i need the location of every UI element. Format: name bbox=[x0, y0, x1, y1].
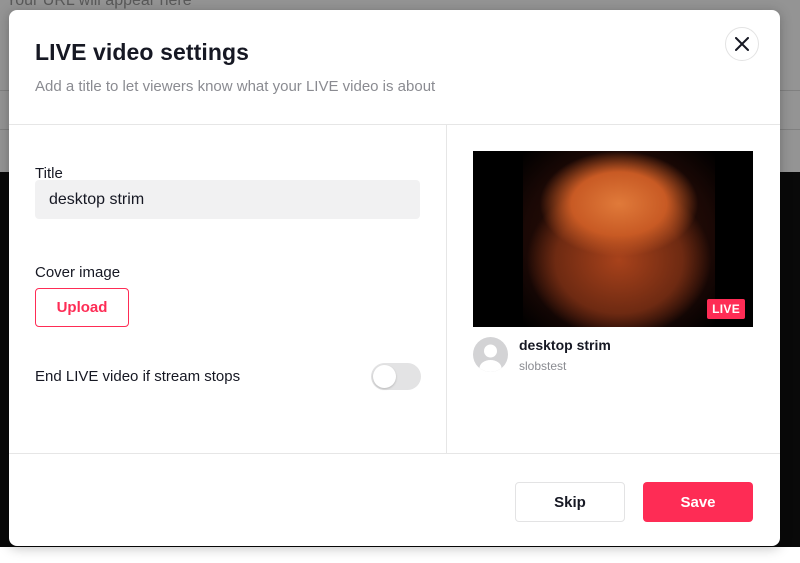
bottom-strip bbox=[0, 547, 800, 563]
cover-face-image bbox=[523, 151, 715, 327]
end-live-label: End LIVE video if stream stops bbox=[35, 368, 241, 385]
skip-button[interactable]: Skip bbox=[515, 482, 625, 522]
save-button[interactable]: Save bbox=[643, 482, 753, 522]
close-button[interactable] bbox=[725, 27, 759, 61]
user-avatar-icon bbox=[479, 344, 502, 372]
cover-preview-image: LIVE bbox=[473, 151, 753, 327]
modal-header: LIVE video settings Add a title to let v… bbox=[9, 10, 780, 125]
settings-form: Title Cover image Upload End LIVE video … bbox=[9, 125, 447, 453]
title-input[interactable] bbox=[35, 180, 420, 219]
live-badge: LIVE bbox=[707, 299, 745, 319]
end-live-toggle[interactable] bbox=[371, 363, 421, 390]
avatar bbox=[473, 337, 508, 372]
cover-image-label: Cover image bbox=[35, 264, 121, 281]
preview-username: slobstest bbox=[519, 359, 567, 373]
toggle-knob bbox=[373, 365, 396, 388]
modal-title: LIVE video settings bbox=[35, 39, 250, 65]
preview-panel: LIVE desktop strim slobstest bbox=[447, 125, 780, 453]
modal-subtitle: Add a title to let viewers know what you… bbox=[35, 78, 436, 95]
preview-stream-title: desktop strim bbox=[519, 337, 611, 353]
upload-button[interactable]: Upload bbox=[35, 288, 129, 327]
live-settings-modal: LIVE video settings Add a title to let v… bbox=[9, 10, 780, 546]
close-icon bbox=[735, 37, 749, 51]
modal-footer: Skip Save bbox=[9, 453, 780, 546]
